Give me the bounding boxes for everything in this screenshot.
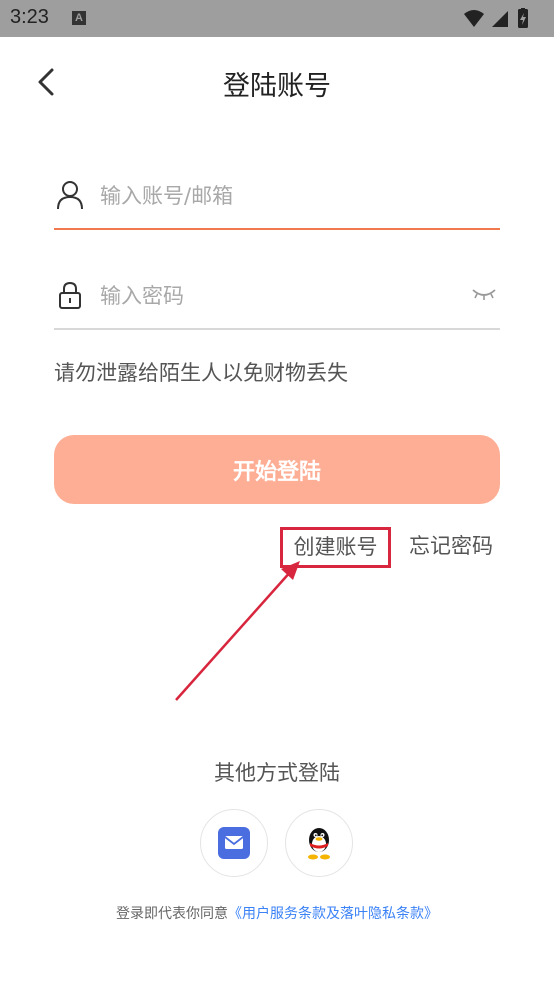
account-input[interactable] — [100, 176, 460, 216]
other-login-title: 其他方式登陆 — [214, 761, 340, 785]
qq-login-button[interactable] — [285, 809, 353, 877]
password-input[interactable] — [100, 276, 460, 316]
agreement-text: 登录即代表你同意《用户服务条款及落叶隐私条款》 — [0, 903, 554, 923]
forgot-password-link[interactable]: 忘记密码 — [409, 530, 493, 560]
login-button[interactable]: 开始登陆 — [54, 435, 500, 504]
user-icon — [57, 181, 83, 210]
agreement-link[interactable]: 《用户服务条款及落叶隐私条款》 — [228, 906, 438, 922]
password-field — [54, 270, 500, 330]
mail-login-button[interactable] — [200, 809, 268, 877]
account-field — [54, 170, 500, 230]
wifi-icon — [464, 10, 484, 27]
a-icon: A — [72, 11, 86, 25]
signal-icon — [492, 11, 508, 27]
qq-icon — [308, 828, 330, 860]
battery-icon — [518, 8, 528, 28]
create-account-link[interactable]: 创建账号 — [280, 527, 391, 568]
lock-icon — [59, 281, 81, 309]
status-time: 3:23 — [10, 6, 49, 28]
agreement-prefix: 登录即代表你同意 — [116, 906, 228, 922]
eye-closed-icon[interactable] — [470, 284, 498, 304]
mail-icon — [218, 827, 250, 859]
page-title: 登陆账号 — [223, 71, 331, 102]
status-icons — [462, 8, 542, 30]
status-bar: 3:23 A — [0, 0, 554, 37]
security-warning: 请勿泄露给陌生人以免财物丢失 — [54, 361, 348, 385]
